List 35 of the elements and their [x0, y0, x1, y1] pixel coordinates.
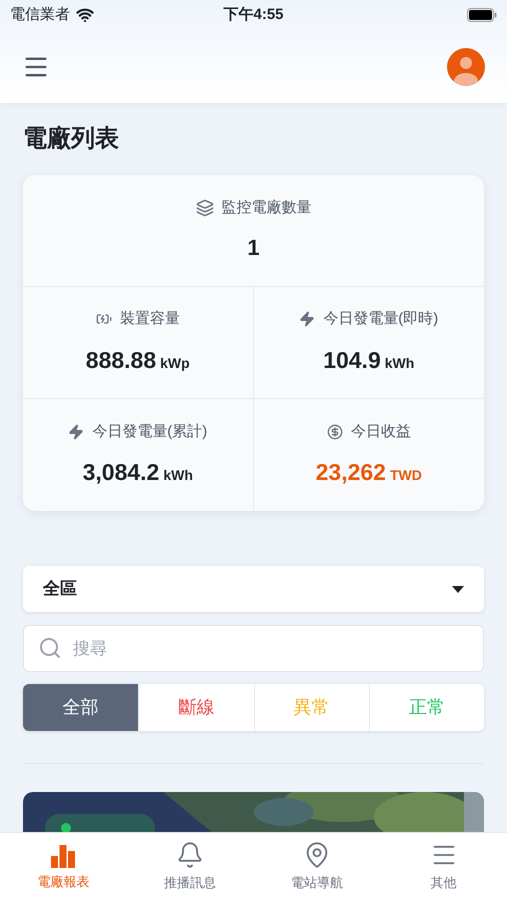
bell-icon: [176, 840, 204, 869]
page-title: 電廠列表: [23, 124, 120, 154]
search-icon: [38, 636, 62, 660]
dollar-coin-icon: [326, 424, 343, 440]
tab-bar-item[interactable]: 電廠報表: [0, 833, 127, 900]
stat-unit: kWh: [163, 466, 193, 485]
wifi-icon: [76, 6, 94, 24]
tab-bar-item[interactable]: 其他: [380, 833, 507, 900]
stat-value: 888.88: [86, 346, 156, 374]
filter-tab[interactable]: 全部: [23, 684, 138, 731]
stat-label: 今日收益: [350, 422, 411, 442]
lightning-icon: [68, 424, 84, 440]
lightning-icon: [299, 311, 316, 328]
clock-time: 下午4:55: [223, 4, 284, 25]
stat-value: 1: [247, 234, 260, 262]
stat-value: 3,084.2: [82, 458, 160, 487]
user-avatar[interactable]: [447, 48, 485, 86]
stat-unit: TWD: [390, 466, 422, 485]
filter-tab[interactable]: 斷線: [138, 684, 254, 731]
tab-bar-item[interactable]: 電站導航: [254, 833, 380, 900]
stat-unit: kWh: [384, 354, 414, 372]
tab-bar-item[interactable]: 推播訊息: [126, 833, 254, 900]
dropdown-caret-icon: [452, 586, 464, 592]
battery-icon: [467, 8, 497, 22]
stat-label: 今日發電量(累計): [92, 422, 208, 442]
region-dropdown[interactable]: 全區: [23, 566, 484, 612]
stat-label: 監控電廠數量: [222, 198, 312, 218]
search-field[interactable]: 搜尋: [23, 625, 484, 672]
stat-label: 裝置容量: [120, 309, 180, 329]
layers-icon: [196, 199, 214, 217]
stat-unit: kWp: [160, 354, 190, 373]
carrier-name: 電信業者: [10, 4, 70, 25]
stat-value: 23,262: [316, 458, 386, 487]
stat-label: 今日發電量(即時): [323, 309, 438, 329]
stat-value: 104.9: [323, 346, 381, 374]
